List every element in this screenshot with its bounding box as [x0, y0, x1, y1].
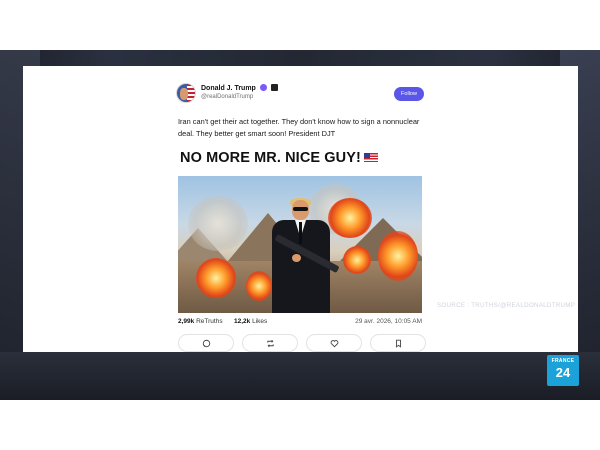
- bookmark-button[interactable]: [370, 334, 426, 352]
- action-bar: [176, 334, 428, 352]
- avatar[interactable]: [176, 83, 196, 103]
- user-handle[interactable]: @realDonaldTrump: [201, 94, 253, 100]
- image-headline: NO MORE MR. NICE GUY!: [180, 150, 430, 166]
- reply-icon: [202, 339, 211, 348]
- verified-badge-icon: [259, 84, 267, 91]
- channel-logo: FRANCE 24: [547, 355, 579, 386]
- display-name[interactable]: Donald J. Trump: [201, 84, 278, 92]
- reply-button[interactable]: [178, 334, 234, 352]
- post-stats: 2,99k ReTruths 12,2k Likes 29 avr. 2026,…: [178, 318, 426, 328]
- retruth-icon: [267, 339, 274, 348]
- figure-in-suit: [262, 198, 340, 313]
- logo-bottom-text: 24: [555, 365, 571, 380]
- post-header: Donald J. Trump @realDonaldTrump Follow: [176, 82, 426, 108]
- post-timestamp: 29 avr. 2026, 10:05 AM: [355, 318, 422, 325]
- retruths-stat[interactable]: 2,99k ReTruths: [178, 318, 223, 325]
- source-caption: SOURCE : TRUTHS/@REALDONALDTRUMP: [437, 302, 576, 309]
- like-button[interactable]: [306, 334, 362, 352]
- likes-stat[interactable]: 12,2k Likes: [234, 318, 267, 325]
- video-frame: Donald J. Trump @realDonaldTrump Follow …: [0, 0, 600, 450]
- post-image[interactable]: [178, 176, 422, 313]
- bookmark-icon: [396, 339, 401, 348]
- logo-top-text: FRANCE: [551, 358, 575, 364]
- retruth-button[interactable]: [242, 334, 298, 352]
- image-headline-text: NO MORE MR. NICE GUY!: [180, 150, 361, 166]
- post-text: Iran can't get their act together. They …: [178, 117, 420, 138]
- us-flag-icon: [363, 153, 378, 162]
- display-name-text[interactable]: Donald J. Trump: [201, 85, 256, 92]
- like-icon: [330, 340, 339, 348]
- follow-button[interactable]: Follow: [394, 87, 424, 101]
- account-type-icon: [270, 84, 278, 91]
